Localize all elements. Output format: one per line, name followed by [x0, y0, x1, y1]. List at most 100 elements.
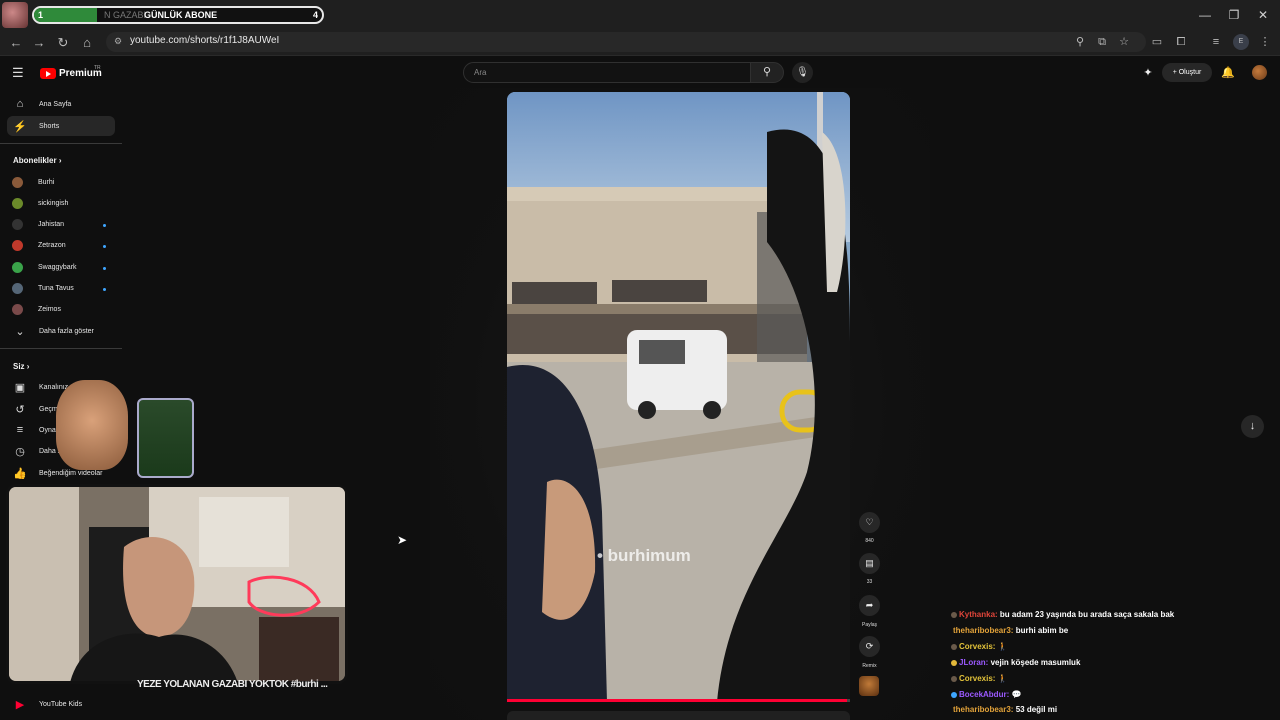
forward-icon[interactable]: → — [30, 34, 48, 52]
search-input[interactable]: Ara — [463, 62, 751, 83]
webcam-frame — [9, 487, 345, 681]
sidebar-item-label: YouTube Kids — [39, 700, 83, 708]
streamer-avatar — [2, 2, 28, 28]
video-progress-bar[interactable] — [507, 699, 850, 702]
browser-menu-icon[interactable]: ⋮ — [1257, 34, 1273, 50]
sidebar-divider — [0, 143, 122, 144]
home-icon[interactable]: ⌂ — [78, 34, 96, 52]
next-short-preview[interactable] — [507, 711, 850, 720]
remix-label: Remix — [862, 663, 877, 669]
install-icon[interactable]: ⧉ — [1094, 34, 1110, 50]
video-progress-fill — [507, 699, 847, 702]
search-button[interactable]: ⚲ — [750, 62, 784, 83]
live-indicator — [103, 288, 106, 291]
sidebar-item-zetrazon[interactable]: Zetrazon — [38, 242, 66, 249]
comment-icon: ▤ — [865, 558, 874, 568]
sidebar-item-label: Beğendiğim videolar — [39, 469, 103, 477]
site-info-icon[interactable]: ⚙ — [114, 36, 122, 47]
goal-background-text: N GAZABI — [104, 10, 147, 20]
sidebar-item-label: Ana Sayfa — [39, 100, 72, 108]
sidebar-item-sickingish[interactable]: sickingish — [38, 200, 68, 207]
channel-avatar-burhi[interactable] — [12, 177, 23, 188]
share-icon: ➦ — [865, 600, 874, 610]
goal-start-value: 1 — [38, 10, 44, 20]
video-frame — [507, 92, 850, 702]
channel-avatar-jahistan[interactable] — [12, 219, 23, 230]
url-text: youtube.com/shorts/r1f1J8AUWeI — [130, 35, 280, 46]
hamburger-menu-icon[interactable]: ☰ — [12, 66, 26, 80]
voice-search-button[interactable]: 🎙 — [792, 62, 813, 83]
sidebar-item-youtube-kids[interactable]: ▶ YouTube Kids — [7, 694, 115, 714]
subscriptions-heading[interactable]: Abonelikler › — [13, 156, 61, 165]
media-controls-icon[interactable]: ≡ — [1208, 34, 1224, 50]
channel-thumbnail[interactable] — [859, 676, 879, 696]
video-watermark: • burhimum — [597, 546, 691, 565]
channel-avatar-sickingish[interactable] — [12, 198, 23, 209]
home-icon: ⌂ — [16, 98, 24, 110]
live-indicator — [103, 267, 106, 270]
minimize-icon[interactable]: — — [1196, 6, 1214, 24]
close-icon[interactable]: ✕ — [1254, 6, 1272, 24]
goal-end-value: 4 — [312, 10, 318, 20]
show-more-label: Daha fazla göster — [39, 327, 94, 335]
cast-tab-icon[interactable]: ▭ — [1149, 34, 1165, 50]
channel-avatar-zetrazon[interactable] — [12, 240, 23, 251]
chat-badge-icon — [951, 643, 957, 650]
back-icon[interactable]: ← — [7, 34, 25, 52]
extensions-icon[interactable]: ⧠ — [1173, 34, 1189, 50]
channel-icon: ▣ — [14, 381, 26, 394]
chat-message: Kythanka: bu adam 23 yaşında bu arada sa… — [951, 610, 1174, 619]
sidebar-item-swaggybark[interactable]: Swaggybark — [38, 264, 77, 271]
goal-label: GÜNLÜK ABONE — [144, 10, 218, 20]
sidebar-item-jahistan[interactable]: Jahistan — [38, 221, 64, 228]
like-button[interactable]: ♡ — [859, 512, 880, 533]
microphone-icon: 🎙 — [796, 67, 809, 78]
bookmark-star-icon[interactable]: ☆ — [1116, 34, 1132, 50]
live-indicator — [103, 245, 106, 248]
address-bar[interactable]: ⚙ youtube.com/shorts/r1f1J8AUWeI — [106, 32, 1146, 52]
profile-icon[interactable]: E — [1233, 34, 1249, 50]
share-button[interactable]: ➦ — [859, 595, 880, 616]
sidebar-item-shorts[interactable]: ⚡ Shorts — [7, 116, 115, 136]
chevron-right-icon: › — [58, 156, 62, 165]
history-icon: ↺ — [15, 403, 25, 416]
sidebar-item-burhi[interactable]: Burhi — [38, 179, 54, 186]
mouse-cursor-icon: ➤ — [397, 533, 408, 547]
emote-jar-image — [137, 398, 194, 478]
channel-avatar-tuna-tavus[interactable] — [12, 283, 23, 294]
comments-button[interactable]: ▤ — [859, 553, 880, 574]
channel-avatar-swaggybark[interactable] — [12, 262, 23, 273]
next-short-arrow-icon[interactable]: ↓ — [1241, 415, 1264, 438]
you-heading[interactable]: Siz › — [13, 362, 29, 371]
chat-badge-icon — [951, 611, 957, 618]
notifications-bell-icon[interactable]: 🔔 — [1221, 66, 1235, 80]
sparkle-icon[interactable]: ✦ — [1141, 66, 1155, 80]
account-avatar[interactable] — [1252, 65, 1267, 80]
remix-button[interactable]: ⟳ — [859, 636, 880, 657]
restore-icon[interactable]: ❐ — [1225, 6, 1243, 24]
subscriber-goal-fill — [34, 8, 98, 22]
share-label: Paylaş — [861, 622, 877, 628]
reload-icon[interactable]: ↻ — [54, 34, 72, 52]
chat-badge-icon — [951, 675, 957, 682]
shorts-video[interactable]: • burhimum — [507, 92, 850, 702]
search-icon: ⚲ — [762, 66, 772, 78]
heart-icon: ♡ — [865, 517, 874, 527]
youtube-play-icon — [40, 67, 56, 79]
chat-badge-icon — [951, 691, 957, 698]
sidebar-item-zeimos[interactable]: Zeimos — [38, 306, 61, 313]
sidebar-item-home[interactable]: ⌂ Ana Sayfa — [7, 94, 115, 114]
sidebar-item-tuna-tavus[interactable]: Tuna Tavus — [38, 285, 74, 292]
chat-message: BocekAbdur: 💬 — [951, 690, 1021, 699]
sidebar-item-label: Shorts — [39, 122, 60, 130]
channel-avatar-zeimos[interactable] — [12, 304, 23, 315]
show-more-button[interactable]: ⌄ Daha fazla göster — [7, 321, 115, 341]
zoom-icon[interactable]: ⚲ — [1072, 34, 1088, 50]
chat-message: Corvexis: 🚶 — [951, 642, 1008, 651]
chat-message: Corvexis: 🚶 — [951, 674, 1008, 683]
create-button[interactable]: + Oluştur — [1162, 63, 1212, 82]
chevron-right-icon: › — [26, 362, 30, 371]
thumbs-up-icon: 👍 — [13, 467, 27, 480]
comment-count: 33 — [866, 579, 873, 585]
youtube-logo[interactable]: Premium — [40, 66, 102, 80]
